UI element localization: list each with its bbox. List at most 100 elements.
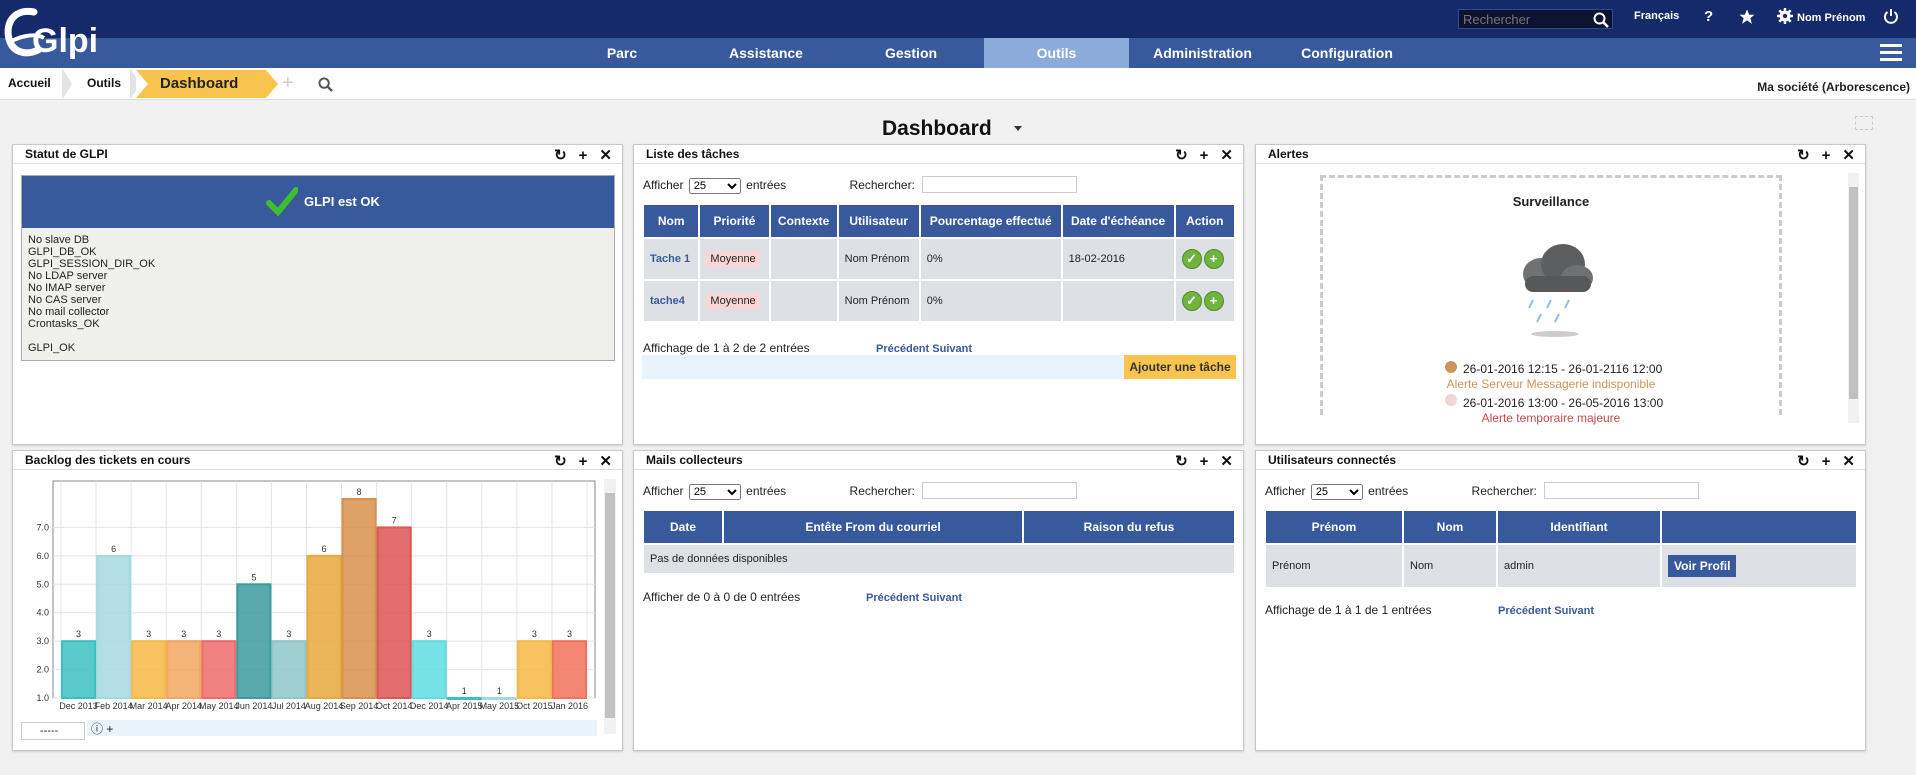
star-icon[interactable] [1738,8,1756,26]
close-icon[interactable]: ✕ [599,147,612,164]
info-icon[interactable]: ⓘ + [91,722,113,736]
next-link[interactable]: Suivant [1554,605,1594,617]
glpi-logo[interactable]: Glpi [4,4,104,60]
column-header[interactable]: Date d'échéance [1062,205,1174,237]
panel-title: Statut de GLPI [25,147,108,161]
nav-configuration[interactable]: Configuration [1282,38,1412,68]
add-icon[interactable]: + [282,72,294,95]
table-row: tache4 Moyenne Nom Prénom 0% ✓ + [644,281,1234,321]
search-icon[interactable] [318,77,333,92]
next-link[interactable]: Suivant [932,343,972,355]
nav-outils[interactable]: Outils [984,38,1129,68]
show-label: Afficher [1265,484,1306,498]
gear-icon[interactable] [1777,8,1793,24]
scrollbar-thumb[interactable] [1849,187,1858,399]
search-input[interactable] [1459,10,1589,28]
chevron-down-icon[interactable] [1014,126,1022,131]
scrollbar[interactable] [604,479,616,734]
previous-link[interactable]: Précédent [866,592,919,604]
language-selector[interactable]: Français [1634,10,1679,22]
column-header[interactable]: Prénom [1266,511,1402,543]
validate-icon[interactable]: ✓ [1181,291,1202,311]
refresh-icon[interactable]: ↻ [1797,453,1810,470]
column-header[interactable]: Action [1175,205,1234,237]
user-menu[interactable]: Nom Prénom [1797,12,1865,24]
breadcrumb-outils[interactable]: Outils [87,68,121,100]
nav-gestion[interactable]: Gestion [861,38,961,68]
power-icon[interactable] [1883,8,1899,24]
add-task-button[interactable]: Ajouter une tâche [1124,355,1236,379]
add-icon[interactable]: + [579,453,588,470]
help-icon[interactable]: ? [1704,8,1713,25]
entries-label: entrées [746,178,787,192]
column-header[interactable]: Raison du refus [1024,511,1234,543]
nav-parc[interactable]: Parc [572,38,672,68]
add-icon[interactable]: + [1200,453,1209,470]
period-select[interactable]: ----- [21,722,85,740]
previous-link[interactable]: Précédent [1498,605,1551,617]
nav-assistance[interactable]: Assistance [716,38,816,68]
alert-label[interactable]: Alerte temporaire majeure [1323,411,1779,425]
column-header[interactable]: Utilisateur [838,205,919,237]
breadcrumb-dashboard[interactable]: Dashboard [136,70,278,98]
view-profile-button[interactable]: Voir Profil [1668,555,1737,577]
page-size-select[interactable]: 25 [688,484,741,500]
next-link[interactable]: Suivant [922,592,962,604]
column-header[interactable]: Nom [644,205,699,237]
add-icon[interactable]: + [1822,147,1831,164]
page-size-select[interactable]: 25 [1310,484,1363,500]
task-link[interactable]: Tache 1 [650,253,690,265]
scrollbar[interactable] [1848,173,1859,423]
page-size-select[interactable]: 25 [688,178,741,194]
refresh-icon[interactable]: ↻ [554,453,567,470]
bar [376,526,412,699]
task-link[interactable]: tache4 [650,295,685,307]
table-search-input[interactable] [1544,482,1700,499]
add-icon[interactable]: + [1203,249,1224,269]
column-header[interactable]: Priorité [700,205,769,237]
menu-icon[interactable] [1880,44,1902,62]
refresh-icon[interactable]: ↻ [1797,147,1810,164]
panel-title: Utilisateurs connectés [1268,453,1397,467]
refresh-icon[interactable]: ↻ [554,147,567,164]
fullscreen-icon[interactable] [1855,116,1873,130]
add-icon[interactable]: + [579,147,588,164]
column-header[interactable]: Entête From du courriel [724,511,1022,543]
close-icon[interactable]: ✕ [1842,147,1855,164]
table-summary: Affichage de 1 à 2 de 2 entrées [643,341,810,355]
previous-link[interactable]: Précédent [876,343,929,355]
scrollbar-thumb[interactable] [605,493,615,718]
table-controls: Afficher 25 entrées Rechercher: [1265,482,1700,500]
breadcrumb-accueil[interactable]: Accueil [8,68,51,100]
nav-administration[interactable]: Administration [1135,38,1270,68]
login-cell: admin [1498,545,1660,587]
table-search-input[interactable] [922,176,1078,193]
entity-selector[interactable]: Ma société (Arborescence) [1757,80,1910,94]
bar [446,697,482,700]
alert-label[interactable]: Alerte Serveur Messagerie indisponible [1323,377,1779,391]
close-icon[interactable]: ✕ [1842,453,1855,470]
close-icon[interactable]: ✕ [1220,453,1233,470]
refresh-icon[interactable]: ↻ [1175,147,1188,164]
close-icon[interactable]: ✕ [599,453,612,470]
add-icon[interactable]: + [1822,453,1831,470]
global-search[interactable] [1458,9,1613,29]
due-date-cell [1062,281,1174,321]
x-tick-label: Aug 2014 [305,701,344,711]
column-header[interactable]: Contexte [770,205,837,237]
column-header[interactable]: Identifiant [1498,511,1660,543]
column-header[interactable]: Date [644,511,722,543]
column-header[interactable]: Nom [1404,511,1496,543]
pagination: Précédent Suivant [866,592,962,604]
search-icon[interactable] [1593,12,1609,28]
validate-icon[interactable]: ✓ [1181,249,1202,269]
add-icon[interactable]: + [1200,147,1209,164]
column-header[interactable]: Pourcentage effectué [920,205,1061,237]
chart-footer: ⓘ + [87,720,597,736]
refresh-icon[interactable]: ↻ [1175,453,1188,470]
close-icon[interactable]: ✕ [1220,147,1233,164]
table-search-input[interactable] [922,482,1078,499]
bar [271,640,307,699]
status-line: No mail collector [28,306,110,318]
add-icon[interactable]: + [1203,291,1224,311]
